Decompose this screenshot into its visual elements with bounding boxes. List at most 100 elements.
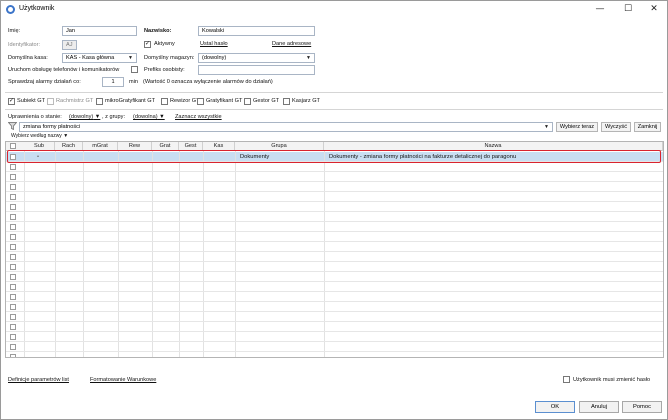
selection-highlight-frame [7,150,661,163]
row-divider [6,191,663,192]
chevron-down-icon: ▼ [128,55,133,61]
row-checkbox[interactable] [10,224,16,230]
wybierz-teraz-button[interactable]: Wybierz teraz [556,122,598,132]
window-title: Użytkownik [19,5,55,12]
column-divider [55,151,56,357]
row-divider [6,281,663,282]
module-checkbox[interactable] [244,98,251,105]
chevron-down-icon: ▼ [306,55,311,61]
module-checkbox [47,98,54,105]
column-divider [203,151,204,357]
imie-field[interactable]: Jan [62,26,137,36]
prefiks-field[interactable] [198,65,315,75]
ok-button[interactable]: OK [535,401,575,413]
formatowanie-link[interactable]: Formatowanie Warunkowe [90,377,156,383]
grupa-dropdown[interactable]: (dowolna) ▼ [133,114,165,120]
row-divider [6,251,663,252]
row-checkbox[interactable] [10,354,16,357]
app-icon [6,5,15,14]
row-checkbox[interactable] [10,174,16,180]
module-checkbox[interactable] [283,98,290,105]
pomoc-button[interactable]: Pomoc [622,401,662,413]
anuluj-button[interactable]: Anuluj [579,401,619,413]
column-divider [118,151,119,357]
dane-adresowe-link[interactable]: Dane adresowe [272,41,311,47]
row-checkbox[interactable] [10,294,16,300]
row-checkbox[interactable] [10,194,16,200]
row-divider [6,231,663,232]
min-label: min [129,79,139,85]
module-checkbox[interactable] [8,97,15,105]
row-divider [6,181,663,182]
title-bar: Użytkownik — ☐ ✕ [1,1,667,18]
uprawnienia-label: Uprawnienia o stanie: [8,114,62,120]
module-checkbox[interactable] [161,98,168,105]
search-input[interactable]: zmiana formy płatności ▼ [19,122,553,132]
row-checkbox[interactable] [10,344,16,350]
row-checkbox[interactable] [10,184,16,190]
row-divider [6,341,663,342]
row-divider [6,291,663,292]
column-divider [235,151,236,357]
chevron-down-icon: ▼ [544,124,549,130]
minimize-button[interactable]: — [587,1,613,18]
sprawdzaj-field[interactable]: 1 [102,77,124,87]
stan-dropdown[interactable]: (dowolny) ▼ [69,114,100,120]
row-divider [6,351,663,352]
row-checkbox[interactable] [10,204,16,210]
header-checkbox[interactable] [10,143,16,149]
zmiana-hasla-checkbox[interactable] [563,376,570,383]
identyfikator-label: Identyfikator: [8,42,41,48]
row-divider [6,331,663,332]
module-label: Rewizor GT [170,98,200,104]
alarm-note: (Wartość 0 oznacza wyłączenie alarmów do… [143,79,273,85]
module-label: mikroGratyfikant GT [105,98,156,104]
row-checkbox[interactable] [10,164,16,170]
wyczysc-button[interactable]: Wyczyść [601,122,631,132]
column-divider [324,151,325,357]
aktywny-checkbox[interactable] [144,40,151,48]
row-checkbox[interactable] [10,234,16,240]
module-label: Gestor GT [253,98,280,104]
row-checkbox[interactable] [10,274,16,280]
grupa-value: (dowolna) [133,114,158,120]
zmiana-hasla-label: Użytkownik musi zmienić hasło [573,377,651,383]
module-label: Gratyfikant GT [206,98,243,104]
row-checkbox[interactable] [10,324,16,330]
magazyn-select[interactable]: (dowolny) ▼ [198,53,315,63]
row-divider [6,321,663,322]
module-checkbox[interactable] [197,98,204,105]
row-checkbox[interactable] [10,314,16,320]
domyslna-kasa-value: KAS - Kasa główna [66,55,115,61]
row-checkbox[interactable] [10,264,16,270]
module-label: Subiekt GT [17,98,45,104]
row-checkbox[interactable] [10,284,16,290]
module-checkbox[interactable] [96,98,103,105]
identyfikator-field: AJ [62,40,77,50]
row-checkbox[interactable] [10,254,16,260]
row-divider [6,241,663,242]
telefony-label: Uruchom obsługę telefonów i komunikatoró… [8,67,120,73]
nazwisko-field[interactable]: Kowalski [198,26,315,36]
column-divider [179,151,180,357]
row-checkbox[interactable] [10,244,16,250]
zamknij-button[interactable]: Zamknij [634,122,661,132]
row-checkbox[interactable] [10,304,16,310]
zaznacz-wszystkie-link[interactable]: Zaznacz wszystkie [175,114,222,120]
module-label: Kasjarz GT [292,98,320,104]
column-divider [24,151,25,357]
definicje-link[interactable]: Definicje parametrów list [8,377,69,383]
domyslna-kasa-select[interactable]: KAS - Kasa główna ▼ [62,53,137,63]
sprawdzaj-label: Sprawdzaj alarmy działań co: [8,79,81,85]
telefony-checkbox[interactable] [131,66,138,73]
row-divider [6,311,663,312]
maximize-button[interactable]: ☐ [615,1,641,18]
close-button[interactable]: ✕ [641,1,667,18]
ustal-haslo-link[interactable]: Ustal hasło [200,41,228,47]
search-mode-dropdown[interactable]: Wybierz według nazwy ▼ [11,133,68,139]
nazwisko-label: Nazwisko: [144,28,172,34]
aktywny-label: Aktywny [154,41,175,47]
row-checkbox[interactable] [10,214,16,220]
filter-icon [7,122,18,131]
row-checkbox[interactable] [10,334,16,340]
